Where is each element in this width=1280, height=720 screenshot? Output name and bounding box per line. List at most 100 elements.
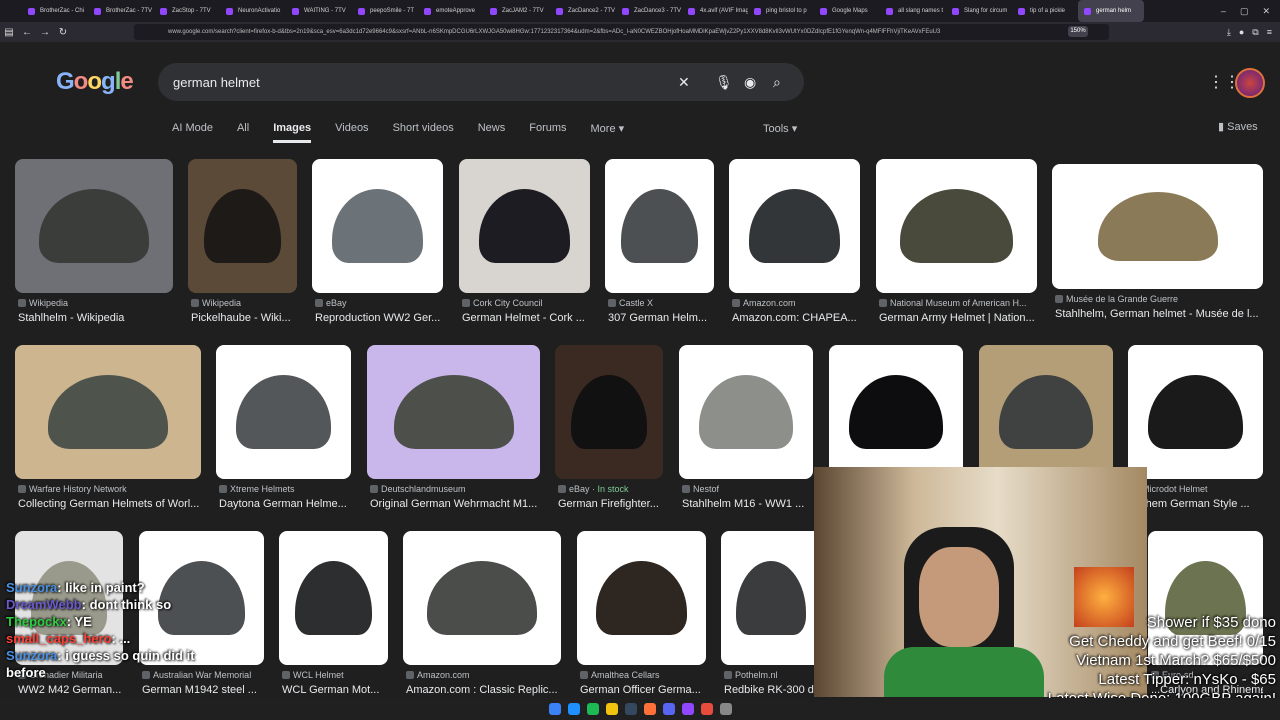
microphone-icon[interactable]: 🎙 [715,63,733,101]
close-icon[interactable]: ✕ [1262,6,1270,17]
tab-short-videos[interactable]: Short videos [393,122,454,143]
browser-tab[interactable]: ZacStop - 7TV [154,0,220,22]
tab-forums[interactable]: Forums [529,122,566,143]
reload-icon[interactable]: ↻ [54,27,72,38]
browser-tab[interactable]: ZacJAM2 - 7TV [484,0,550,22]
result-thumbnail[interactable] [605,159,714,293]
avatar[interactable] [1235,68,1265,98]
result-title[interactable]: German Firefighter... [558,498,663,510]
image-result-card[interactable]: Deutschlandmuseum Original German Wehrmac… [367,345,540,519]
result-source[interactable]: Castle X [608,298,714,308]
tab-news[interactable]: News [478,122,506,143]
result-title[interactable]: WW2 M42 German... [18,684,123,696]
spotify-icon[interactable] [586,703,599,715]
result-thumbnail[interactable] [403,531,561,665]
google-logo[interactable]: Google [56,68,134,96]
image-result-card[interactable]: WCL Helmet WCL German Mot... [279,531,388,698]
result-source[interactable]: Nestof [682,484,813,494]
browser-tab[interactable]: tip of a pickle [1012,0,1078,22]
result-title[interactable]: Original German Wehrmacht M1... [370,498,540,510]
browser-tab[interactable]: BrotherZac - 7TV [88,0,154,22]
result-source[interactable]: Cork City Council [462,298,590,308]
image-result-card[interactable]: Pothelm.nl Redbike RK-300 de... [721,531,821,698]
image-result-card[interactable]: Cork City Council German Helmet - Cork ..… [459,159,590,333]
settings-icon[interactable] [719,703,732,715]
image-result-card[interactable]: Australian War Memorial German M1942 stee… [139,531,264,698]
result-thumbnail[interactable] [876,159,1037,293]
result-source[interactable]: Deutschlandmuseum [370,484,540,494]
image-result-card[interactable]: Wikipedia Pickelhaube - Wiki... [188,159,297,333]
sidebar-icon[interactable]: ▤ [0,27,18,38]
tab-more[interactable]: More ▾ [591,122,625,143]
start-icon[interactable] [548,703,561,715]
zoom-level-badge[interactable]: 150% [1068,26,1088,37]
download-icon[interactable]: ⤓ [1227,27,1231,38]
browser-tab[interactable]: peepoSmile - 7T [352,0,418,22]
result-title[interactable]: Pickelhaube - Wiki... [191,312,297,324]
result-thumbnail[interactable] [721,531,821,665]
result-title[interactable]: Stahlhelm, German helmet - Musée de l... [1055,308,1263,320]
result-title[interactable]: 307 German Helm... [608,312,714,324]
result-source[interactable]: National Museum of American H... [879,298,1037,308]
image-result-card[interactable]: Microdot Helmet ...yhem German Style ... [1128,345,1263,519]
browser-tab[interactable]: Slang for circum [946,0,1012,22]
obs-icon[interactable] [700,703,713,715]
browser-tab[interactable]: 4x.avif (AVIF Image, ... [682,0,748,22]
lens-icon[interactable]: ◉ [744,63,756,101]
image-result-card[interactable]: Amalthea Cellars German Officer Germa... [577,531,706,698]
result-source[interactable]: WCL Helmet [282,670,388,680]
search-box[interactable]: german helmet ✕ 🎙 ◉ ⌕ [158,63,804,101]
result-thumbnail[interactable] [1052,164,1263,289]
tools-button[interactable]: Tools ▾ [763,122,797,135]
url-bar[interactable]: www.google.com/search?client=firefox-b-d… [134,24,1109,40]
result-thumbnail[interactable] [367,345,540,479]
image-result-card[interactable]: Wikipedia Stahlhelm - Wikipedia [15,159,173,333]
tab-videos[interactable]: Videos [335,122,368,143]
browser-tab[interactable]: all slang names t [880,0,946,22]
result-thumbnail[interactable] [312,159,443,293]
browser-tab[interactable]: NeuronActivatio [220,0,286,22]
tab-all[interactable]: All [237,122,249,143]
result-title[interactable]: German Officer Germa... [580,684,706,696]
back-icon[interactable]: ← [18,27,36,38]
result-title[interactable]: Reproduction WW2 Ger... [315,312,443,324]
image-result-card[interactable]: eBay Reproduction WW2 Ger... [312,159,443,333]
tab-ai-mode[interactable]: AI Mode [172,122,213,143]
result-thumbnail[interactable] [459,159,590,293]
result-source[interactable]: eBay · In stock [558,484,663,494]
result-source[interactable]: Wikipedia [18,298,173,308]
result-thumbnail[interactable] [279,531,388,665]
tab-images[interactable]: Images [273,122,312,143]
image-result-card[interactable]: Nestof Stahlhelm M16 - WW1 ... [679,345,813,519]
minimize-icon[interactable]: – [1221,6,1226,16]
extension-icon[interactable]: ⧉ [1252,27,1258,38]
browser-tab[interactable]: german helm [1078,0,1144,22]
image-result-card[interactable]: Amazon.com Amazon.com : Classic Replic... [403,531,561,698]
result-thumbnail[interactable] [15,159,173,293]
result-thumbnail[interactable] [829,345,963,479]
result-thumbnail[interactable] [188,159,297,293]
result-thumbnail[interactable] [1128,345,1263,479]
browser-tab[interactable]: Google Maps [814,0,880,22]
image-result-card[interactable]: Xtreme Helmets Daytona German Helme... [216,345,351,519]
search-input[interactable]: german helmet [173,75,260,90]
result-source[interactable]: Australian War Memorial [142,670,264,680]
result-title[interactable]: Stahlhelm - Wikipedia [18,312,173,324]
menu-icon[interactable]: ≡ [1267,27,1272,37]
steam-icon[interactable] [624,703,637,715]
result-title[interactable]: German Army Helmet | Nation... [879,312,1037,324]
image-result-card[interactable]: Amazon.com Amazon.com: CHAPEA... [729,159,860,333]
firefox-icon[interactable] [643,703,656,715]
result-source[interactable]: Amalthea Cellars [580,670,706,680]
image-result-card[interactable]: Castle X 307 German Helm... [605,159,714,333]
result-thumbnail[interactable] [555,345,663,479]
search-icon[interactable]: ⌕ [773,63,781,101]
image-result-card[interactable]: Musée de la Grande Guerre Stahlhelm, Germ… [1052,164,1263,329]
result-title[interactable]: Amazon.com: CHAPEA... [732,312,860,324]
result-thumbnail[interactable] [979,345,1113,479]
maximize-icon[interactable]: ▢ [1240,6,1249,17]
image-result-card[interactable]: National Museum of American H... German A… [876,159,1037,333]
result-source[interactable]: eBay [315,298,443,308]
result-title[interactable]: Stahlhelm M16 - WW1 ... [682,498,813,510]
result-title[interactable]: Daytona German Helme... [219,498,351,510]
